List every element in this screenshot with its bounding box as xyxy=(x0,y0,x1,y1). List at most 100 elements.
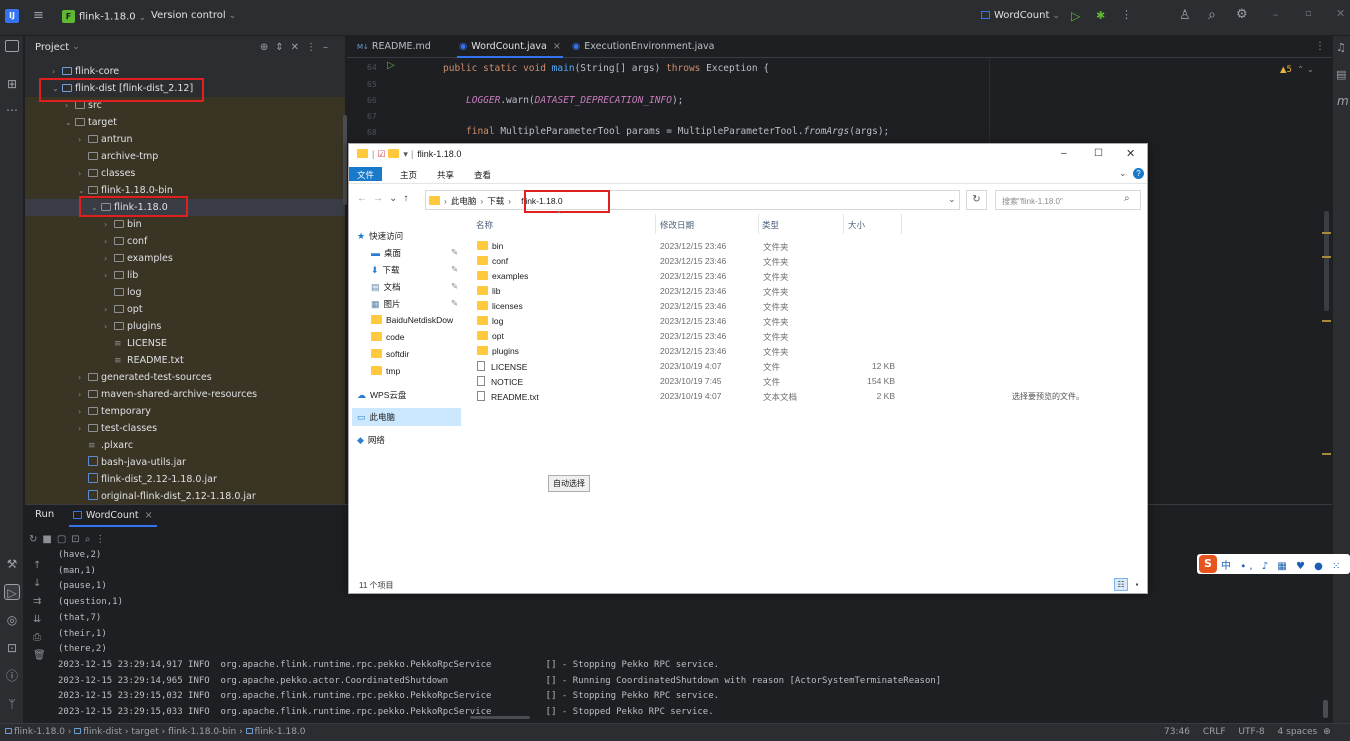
rerun-icon[interactable]: ↻ xyxy=(29,534,42,545)
tree-item[interactable]: › antrun xyxy=(25,131,345,148)
database-icon[interactable]: ▤ xyxy=(1336,68,1346,81)
chevron-right-icon[interactable]: › xyxy=(78,369,88,386)
vcs-widget[interactable]: Version control ⌄ xyxy=(151,10,236,21)
chevron-right-icon[interactable]: › xyxy=(104,250,114,267)
sogou-logo-icon[interactable]: S xyxy=(1199,555,1217,573)
ribbon-tab-file[interactable]: 文件 xyxy=(349,167,383,181)
ime-tools-icon[interactable]: 中 ∙, ♪ ▦ ♥ ● ⁙ ✿ xyxy=(1221,557,1350,572)
notifications-icon[interactable]: ♫ xyxy=(1336,41,1346,54)
chevron-down-icon[interactable]: ⌄ xyxy=(65,114,75,131)
tree-item[interactable]: log xyxy=(25,284,345,301)
nav-item[interactable]: softdir xyxy=(371,349,409,359)
tree-item[interactable]: › opt xyxy=(25,301,345,318)
maximize-icon[interactable]: ▫ xyxy=(1305,8,1312,19)
nav-item[interactable]: ◆ 网络 xyxy=(357,434,385,446)
soft-wrap-icon[interactable]: ⇉ xyxy=(33,596,41,607)
run-icon[interactable]: ▷ xyxy=(1071,9,1080,23)
console-h-scrollbar[interactable] xyxy=(470,716,530,719)
close-tab-icon[interactable]: × xyxy=(553,41,561,52)
close-tab-icon[interactable]: × xyxy=(145,510,153,521)
file-row[interactable]: NOTICE xyxy=(477,376,523,387)
chevron-right-icon[interactable]: › xyxy=(104,301,114,318)
code-with-me-icon[interactable]: ♙ xyxy=(1179,8,1191,23)
breadcrumb-item[interactable]: flink-1.18.0 xyxy=(255,727,306,737)
refresh-icon[interactable]: ↻ xyxy=(966,190,987,210)
tree-item[interactable]: ≡ LICENSE xyxy=(25,335,345,352)
chevron-right-icon[interactable]: › xyxy=(78,131,88,148)
nav-item[interactable]: ▤ 文档 xyxy=(371,281,401,293)
breadcrumb-this-pc[interactable]: 此电脑 xyxy=(451,196,477,206)
customize-icon[interactable]: ▾ xyxy=(403,149,408,159)
stop-icon[interactable]: ■ xyxy=(42,534,56,545)
file-encoding[interactable]: UTF-8 xyxy=(1238,727,1264,737)
nav-item[interactable]: ☁ WPS云盘 xyxy=(357,389,406,401)
column-date[interactable]: 修改日期 xyxy=(660,219,694,231)
chevron-right-icon[interactable]: › xyxy=(104,318,114,335)
services-icon[interactable]: ◎ xyxy=(4,612,20,628)
clear-all-icon[interactable]: 🗑 xyxy=(33,650,46,661)
code-line-68[interactable]: final MultipleParameterTool params = Mul… xyxy=(466,126,889,137)
nav-item[interactable]: ★ 快速访问 xyxy=(357,230,403,242)
tree-item[interactable]: ≡ .plxarc xyxy=(25,437,345,454)
debug-icon[interactable]: ✱ xyxy=(1096,9,1105,22)
breadcrumb-item[interactable]: flink-1.18.0-bin xyxy=(168,727,236,737)
tree-item[interactable]: › lib xyxy=(25,267,345,284)
forward-arrow-icon[interactable]: → xyxy=(373,193,389,204)
auto-select-button[interactable]: 自动选择 xyxy=(548,475,590,492)
search-icon[interactable]: ⌕ xyxy=(1208,7,1216,23)
pin-icon[interactable]: ✎ xyxy=(451,264,458,275)
search-box[interactable]: 搜索"flink-1.18.0" ⌕ xyxy=(995,190,1141,210)
problems-icon[interactable]: ⓘ xyxy=(4,668,20,684)
scroll-to-end-icon[interactable]: ⇊ xyxy=(33,614,41,625)
tree-item[interactable]: bash-java-utils.jar xyxy=(25,454,345,471)
chevron-right-icon[interactable]: › xyxy=(104,216,114,233)
tree-item[interactable]: › test-classes xyxy=(25,420,345,437)
file-row[interactable]: lib xyxy=(477,286,501,296)
warnings-indicator[interactable]: ▲5 ⌃ ⌄ xyxy=(1280,65,1314,75)
tab-run-wordcount[interactable]: WordCount × xyxy=(69,505,157,527)
navigate-warnings-icon[interactable]: ⌃ ⌄ xyxy=(1297,65,1314,75)
tree-item[interactable]: › examples xyxy=(25,250,345,267)
tree-item[interactable]: flink-dist_2.12-1.18.0.jar xyxy=(25,471,345,488)
nav-item[interactable]: ⬇ 下载 xyxy=(371,264,400,276)
main-menu-icon[interactable]: ≡ xyxy=(33,8,44,23)
lock-icon[interactable]: ⊕ xyxy=(1323,727,1331,737)
git-icon[interactable]: ᛘ xyxy=(4,696,20,712)
pin-icon[interactable]: ✎ xyxy=(451,281,458,292)
new-folder-icon[interactable] xyxy=(388,149,400,158)
breadcrumb-item[interactable]: target xyxy=(131,727,158,737)
file-row[interactable]: LICENSE xyxy=(477,361,527,372)
line-separator[interactable]: CRLF xyxy=(1203,727,1226,737)
chevron-right-icon[interactable]: › xyxy=(78,420,88,437)
zoom-icon[interactable]: ⌕ xyxy=(85,534,96,545)
tab-wordcount[interactable]: ◉ WordCount.java × xyxy=(457,36,563,58)
code-line-66[interactable]: LOGGER.warn(DATASET_DEPRECATION_INFO); xyxy=(466,95,683,106)
chevron-right-icon[interactable]: › xyxy=(104,267,114,284)
column-size[interactable]: 大小 xyxy=(848,219,865,231)
file-row[interactable]: log xyxy=(477,316,503,326)
terminal-icon[interactable]: ⊡ xyxy=(4,640,20,656)
tree-item[interactable]: archive-tmp xyxy=(25,148,345,165)
recent-chevron-icon[interactable]: ⌄ xyxy=(389,193,403,204)
chevron-right-icon[interactable]: › xyxy=(78,403,88,420)
indent-setting[interactable]: 4 spaces xyxy=(1278,727,1318,737)
project-widget[interactable]: Fflink-1.18.0 ⌄ xyxy=(62,10,146,23)
console-scrollbar[interactable] xyxy=(1323,700,1328,718)
nav-item[interactable]: BaiduNetdiskDow xyxy=(371,315,453,325)
file-row[interactable]: plugins xyxy=(477,346,519,356)
tree-item[interactable]: original-flink-dist_2.12-1.18.0.jar xyxy=(25,488,345,505)
file-row[interactable]: bin xyxy=(477,241,503,251)
scroll-down-icon[interactable]: ↓ xyxy=(33,578,41,589)
maven-icon[interactable]: m xyxy=(1337,94,1349,108)
tree-item[interactable]: › maven-shared-archive-resources xyxy=(25,386,345,403)
address-bar[interactable]: › 此电脑 › 下载 › flink-1.18.0 ⌄ xyxy=(425,190,960,210)
details-view-icon[interactable]: ☷ xyxy=(1114,578,1128,591)
run-tool-icon[interactable]: ▷ xyxy=(4,584,20,600)
caret-position[interactable]: 73:46 xyxy=(1164,727,1190,737)
expand-ribbon-icon[interactable]: ⌄ xyxy=(1119,168,1127,179)
project-tool-icon[interactable] xyxy=(5,40,19,52)
up-arrow-icon[interactable]: ↑ xyxy=(403,193,414,204)
tree-item[interactable]: › temporary xyxy=(25,403,345,420)
help-icon[interactable]: ? xyxy=(1133,168,1144,179)
more-icon[interactable]: ⋮ xyxy=(95,534,110,545)
